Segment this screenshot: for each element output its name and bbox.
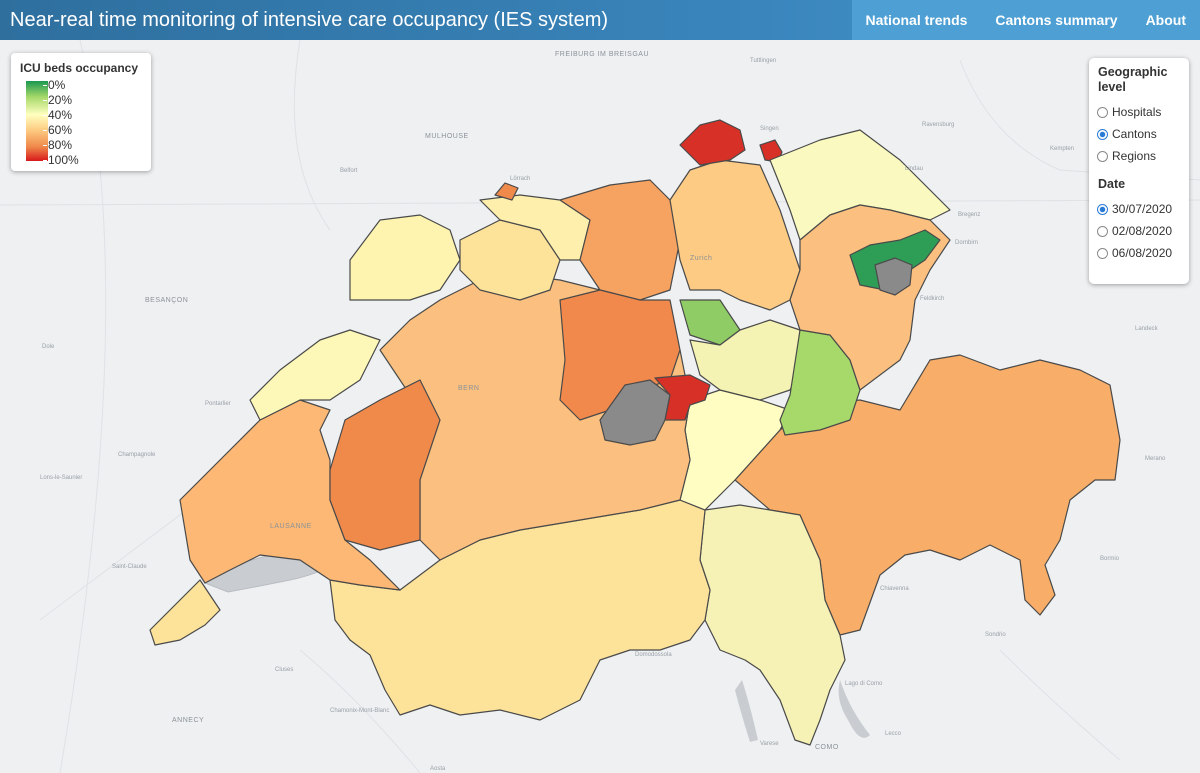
label-belfort: Belfort [340,168,358,174]
legend-tick-100: 100% [43,153,79,167]
radio-date-3-label: 06/08/2020 [1112,246,1173,260]
label-chiavenna: Chiavenna [880,586,909,592]
choropleth-map[interactable]: FREIBURG IM BREISGAU MULHOUSE BESANÇON D… [0,40,1200,773]
label-dornbirn: Dornbirn [955,240,978,246]
nav-links: National trends Cantons summary About [851,0,1200,40]
map-area[interactable]: FREIBURG IM BREISGAU MULHOUSE BESANÇON D… [0,40,1200,773]
label-varese: Varese [760,741,779,747]
legend-tick-0: 0% [42,78,66,92]
radio-regions-icon[interactable] [1097,150,1108,162]
label-bormio: Bormio [1100,556,1120,562]
radio-cantons[interactable]: Cantons [1097,123,1181,145]
date-title: Date [1098,177,1126,191]
label-pontarlier: Pontarlier [205,401,231,407]
label-singen: Singen [760,126,779,132]
label-lecco: Lecco [885,731,902,737]
radio-regions[interactable]: Regions [1097,145,1181,167]
legend-color-ramp [26,81,48,161]
label-besancon: BESANÇON [145,297,188,304]
radio-cantons-icon[interactable] [1097,128,1108,140]
label-dole: Dole [42,344,55,350]
radio-date-2-icon[interactable] [1097,225,1108,237]
radio-date-1[interactable]: 30/07/2020 [1097,198,1181,220]
nav-cantons-summary[interactable]: Cantons summary [981,0,1131,40]
radio-regions-label: Regions [1112,149,1157,163]
legend-tick-80: 80% [42,138,73,152]
map-controls-panel: Geographic level Hospitals Cantons Regio… [1089,58,1189,284]
label-cluses: Cluses [275,667,293,673]
label-landeck: Landeck [1135,326,1159,332]
label-chamonix: Chamonix-Mont-Blanc [330,708,389,714]
label-merano: Merano [1145,456,1166,462]
legend-tick-60: 60% [42,123,73,137]
radio-date-2-label: 02/08/2020 [1112,224,1173,238]
label-annecy: ANNECY [172,717,204,724]
legend-title: ICU beds occupancy [20,61,139,75]
label-bregenz: Bregenz [958,212,980,218]
radio-date-3-icon[interactable] [1097,247,1108,259]
label-mulhouse: MULHOUSE [425,133,469,140]
label-aosta: Aosta [430,766,446,772]
legend-tick-40: 40% [42,108,73,122]
radio-hospitals[interactable]: Hospitals [1097,101,1181,123]
top-navbar: Near-real time monitoring of intensive c… [0,0,1200,40]
geographic-level-title: Geographic level [1098,65,1168,94]
radio-date-3[interactable]: 06/08/2020 [1097,242,1181,264]
label-ravensburg: Ravensburg [922,122,954,128]
occupancy-legend: ICU beds occupancy 0% 20% 40% 60% 80% 10… [11,53,151,171]
app-title: Near-real time monitoring of intensive c… [10,8,609,31]
radio-date-1-label: 30/07/2020 [1112,202,1173,216]
label-lindau: Lindau [905,166,923,172]
nav-about[interactable]: About [1132,0,1200,40]
legend-tick-20: 20% [42,93,73,107]
label-zurich: Zurich [690,255,712,262]
radio-date-1-icon[interactable] [1097,203,1108,215]
radio-cantons-label: Cantons [1112,127,1157,141]
label-tuttlingen: Tuttlingen [750,58,776,64]
label-kempten: Kempten [1050,146,1074,152]
label-bern: BERN [458,385,479,392]
label-freiburg: FREIBURG IM BREISGAU [555,51,649,58]
radio-date-2[interactable]: 02/08/2020 [1097,220,1181,242]
label-sondrio: Sondrio [985,632,1006,638]
radio-hospitals-label: Hospitals [1112,105,1162,119]
label-saint-claude: Saint-Claude [112,564,147,570]
label-domodossola: Domodossola [635,652,672,658]
label-lorrach: Lörrach [510,176,530,182]
label-feldkirch: Feldkirch [920,296,944,302]
label-lons-le-saunier: Lons-le-Saunier [40,475,82,481]
nav-national-trends[interactable]: National trends [852,0,982,40]
label-como: COMO [815,744,839,751]
label-champagnole: Champagnole [118,452,156,458]
label-lausanne: LAUSANNE [270,523,312,530]
radio-hospitals-icon[interactable] [1097,106,1108,118]
label-lago-di-como: Lago di Como [845,681,883,687]
